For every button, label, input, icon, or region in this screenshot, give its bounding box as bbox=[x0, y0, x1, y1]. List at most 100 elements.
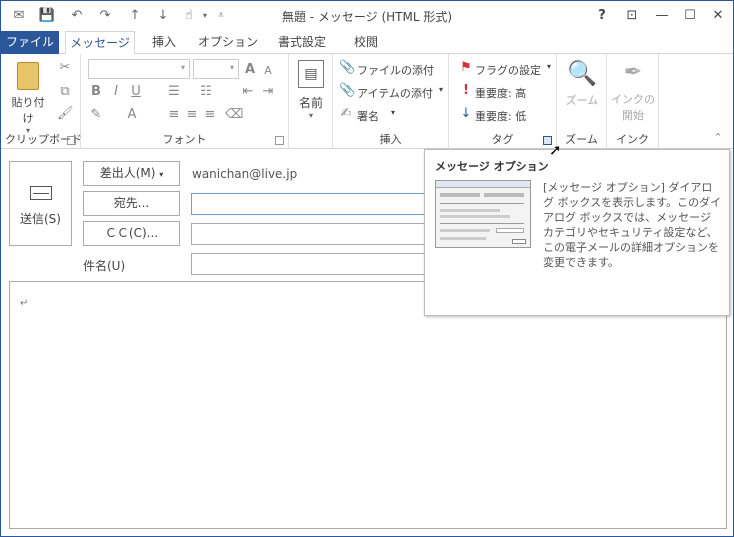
message-options-tooltip: メッセージ オプション [メッセージ オプション] ダイアログ ボックスを表示し… bbox=[424, 149, 730, 316]
signature-button[interactable]: ✍ 署名 ▾ bbox=[339, 106, 445, 124]
group-insert: 📎 ファイルの添付 📎 アイテムの添付 ▾ ✍ 署名 ▾ 挿入 bbox=[333, 54, 449, 149]
format-painter-icon[interactable]: 🖌 bbox=[57, 106, 74, 122]
align-left-icon[interactable]: ≡ bbox=[167, 107, 181, 123]
help-button[interactable]: ? bbox=[589, 5, 615, 27]
attach-item-button[interactable]: 📎 アイテムの添付 ▾ bbox=[339, 83, 445, 101]
highlight-icon[interactable]: ✎ bbox=[89, 107, 103, 123]
insert-group-label: 挿入 bbox=[379, 133, 402, 146]
ink-label-line2: 開始 bbox=[622, 109, 644, 122]
ink-label-line1: インクの bbox=[611, 93, 655, 106]
names-button[interactable]: ▤ 名前 ▾ bbox=[293, 58, 329, 124]
attach-item-icon: 📎 bbox=[339, 83, 356, 98]
importance-high-label: 重要度: 高 bbox=[475, 87, 527, 100]
collapse-ribbon-icon[interactable]: ⌃ bbox=[711, 130, 725, 146]
subject-label: 件名(U) bbox=[83, 259, 126, 273]
tab-options[interactable]: オプション bbox=[195, 31, 261, 54]
message-window: ✉ 💾 ↶ ↷ ↑ ↓ ☝ ▾ ⩡ 無題 - メッセージ (HTML 形式) ?… bbox=[0, 0, 734, 537]
address-book-icon: ▤ bbox=[298, 60, 324, 88]
importance-low-label: 重要度: 低 bbox=[475, 110, 527, 123]
flag-label: フラグの設定 bbox=[475, 64, 541, 77]
send-label: 送信(S) bbox=[20, 212, 61, 226]
chevron-down-icon: ▾ bbox=[439, 85, 444, 94]
mouse-pointer-icon: ➚ bbox=[549, 141, 562, 159]
importance-low-button[interactable]: ↓ 重要度: 低 bbox=[459, 106, 555, 124]
chevron-down-icon: ▾ bbox=[547, 62, 552, 71]
bullets-icon[interactable]: ☰ bbox=[167, 84, 181, 100]
message-body[interactable]: ↵ bbox=[9, 281, 727, 529]
flag-button[interactable]: ⚑ フラグの設定 ▾ bbox=[459, 60, 555, 78]
tooltip-title: メッセージ オプション bbox=[435, 160, 549, 173]
paste-label: 貼り付け bbox=[11, 96, 45, 125]
importance-high-button[interactable]: ! 重要度: 高 bbox=[459, 83, 555, 101]
chevron-down-icon: ▾ bbox=[308, 111, 313, 120]
font-color-icon[interactable]: A bbox=[125, 107, 139, 123]
from-button-label: 差出人(M) bbox=[99, 166, 156, 180]
shrink-font-icon[interactable]: A bbox=[261, 63, 275, 79]
signature-icon: ✍ bbox=[340, 106, 352, 121]
group-names: ▤ 名前 ▾ bbox=[289, 54, 333, 149]
arrow-down-icon: ↓ bbox=[460, 106, 472, 121]
tab-message[interactable]: メッセージ bbox=[65, 31, 135, 55]
font-launcher-icon[interactable] bbox=[275, 136, 284, 145]
numbering-icon[interactable]: ☷ bbox=[199, 84, 213, 100]
ribbon-tabs: ファイル メッセージ 挿入 オプション 書式設定 校閲 bbox=[1, 31, 733, 55]
clipboard-icon bbox=[17, 62, 39, 90]
clipboard-launcher-icon[interactable] bbox=[67, 136, 76, 145]
maximize-button[interactable]: ☐ bbox=[677, 5, 703, 27]
tab-review[interactable]: 校閲 bbox=[343, 31, 389, 54]
exclamation-icon: ! bbox=[463, 83, 469, 98]
cut-icon[interactable]: ✂ bbox=[57, 60, 73, 76]
underline-icon[interactable]: U bbox=[129, 84, 143, 100]
minimize-button[interactable]: — bbox=[649, 5, 675, 27]
increase-indent-icon[interactable]: ⇥ bbox=[261, 84, 275, 100]
zoom-button-label: ズーム bbox=[565, 94, 599, 107]
tab-file[interactable]: ファイル bbox=[1, 31, 59, 54]
paste-button[interactable]: 貼り付け ▾ bbox=[7, 58, 49, 135]
to-button[interactable]: 宛先... bbox=[83, 191, 180, 216]
grow-font-icon[interactable]: A bbox=[243, 62, 257, 78]
bold-icon[interactable]: B bbox=[89, 84, 103, 100]
tab-format[interactable]: 書式設定 bbox=[267, 31, 337, 54]
dialog-preview-image bbox=[435, 180, 531, 248]
chevron-down-icon: ▾ bbox=[159, 170, 164, 179]
group-font: ▾ ▾ A A B I U ☰ ☷ ⇤ ⇥ ✎ A ≡ ≡ ≡ ⌫ フォント bbox=[81, 54, 289, 149]
zoom-group-label: ズーム bbox=[565, 133, 598, 146]
tooltip-description: [メッセージ オプション] ダイアログ ボックスを表示します。このダイアログ ボ… bbox=[543, 181, 722, 269]
group-zoom: 🔍 ズーム ズーム bbox=[557, 54, 607, 149]
start-inking-button[interactable]: ✒ インクの 開始 bbox=[611, 58, 655, 128]
group-tags: ⚑ フラグの設定 ▾ ! 重要度: 高 ↓ 重要度: 低 タグ bbox=[449, 54, 557, 149]
group-clipboard: 貼り付け ▾ ✂ ⧉ 🖌 クリップボード bbox=[1, 54, 82, 149]
from-button[interactable]: 差出人(M) ▾ bbox=[83, 161, 180, 186]
attach-item-label: アイテムの添付 bbox=[357, 87, 433, 100]
align-center-icon[interactable]: ≡ bbox=[185, 107, 199, 123]
zoom-button[interactable]: 🔍 ズーム bbox=[561, 58, 603, 118]
pen-icon: ✒ bbox=[623, 60, 643, 85]
copy-icon[interactable]: ⧉ bbox=[57, 84, 73, 100]
ribbon-display-button[interactable]: ⊡ bbox=[619, 5, 645, 27]
tags-group-label: タグ bbox=[491, 133, 514, 146]
magnifier-icon: 🔍 bbox=[567, 59, 597, 87]
font-size-combobox[interactable]: ▾ bbox=[193, 59, 239, 79]
send-button[interactable]: 送信(S) bbox=[9, 161, 72, 246]
align-right-icon[interactable]: ≡ bbox=[203, 107, 217, 123]
flag-icon: ⚑ bbox=[460, 60, 472, 75]
font-group-label: フォント bbox=[162, 133, 207, 146]
cc-button[interactable]: ＣＣ(C)... bbox=[83, 221, 180, 246]
ribbon: 貼り付け ▾ ✂ ⧉ 🖌 クリップボード ▾ ▾ A A B I U ☰ ☷ ⇤… bbox=[1, 54, 733, 149]
signature-label: 署名 bbox=[357, 110, 379, 123]
names-label: 名前 bbox=[298, 96, 323, 110]
italic-icon[interactable]: I bbox=[109, 84, 123, 100]
group-ink: ✒ インクの 開始 インク bbox=[607, 54, 659, 149]
attach-file-label: ファイルの添付 bbox=[357, 64, 434, 77]
font-name-combobox[interactable]: ▾ bbox=[88, 59, 190, 79]
attach-file-button[interactable]: 📎 ファイルの添付 bbox=[339, 60, 445, 78]
chevron-down-icon: ▾ bbox=[391, 108, 396, 117]
from-value: wanichan@live.jp bbox=[192, 167, 298, 181]
decrease-indent-icon[interactable]: ⇤ bbox=[241, 84, 255, 100]
tab-insert[interactable]: 挿入 bbox=[141, 31, 187, 54]
send-icon bbox=[29, 186, 52, 200]
paperclip-icon: 📎 bbox=[339, 60, 356, 75]
paragraph-mark: ↵ bbox=[20, 298, 29, 309]
clear-format-icon[interactable]: ⌫ bbox=[225, 107, 243, 123]
close-button[interactable]: ✕ bbox=[705, 5, 731, 27]
